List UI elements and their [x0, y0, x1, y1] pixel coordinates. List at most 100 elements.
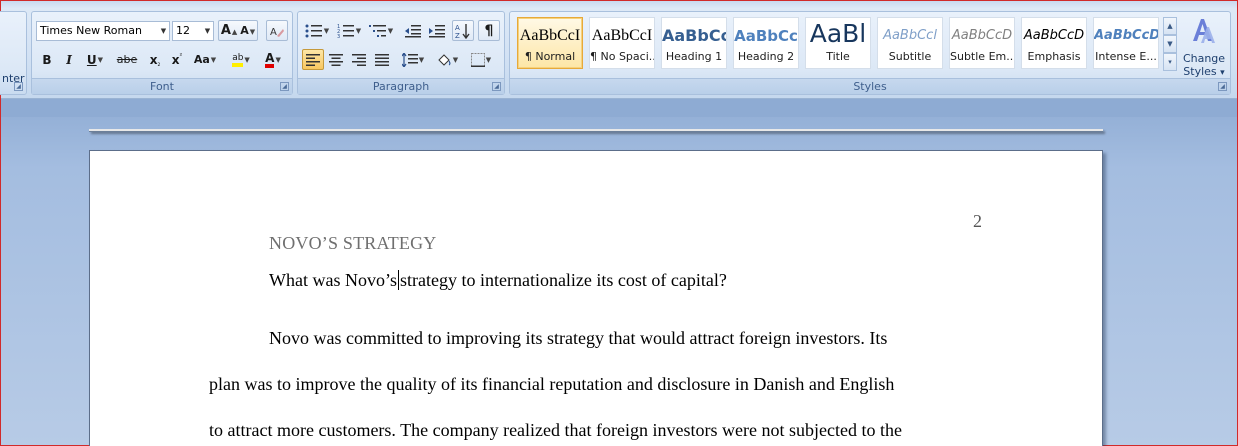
increase-indent-icon [429, 24, 445, 37]
font-size-dropdown[interactable]: 12 ▼ [172, 21, 214, 41]
superscript-label: x [171, 52, 180, 67]
style-name: Heading 2 [737, 50, 795, 63]
text-caret [397, 270, 399, 290]
ruler-strip [1, 99, 1237, 117]
style-title[interactable]: AaBl Title [805, 17, 871, 69]
justify-button[interactable] [371, 49, 393, 70]
chevron-down-icon: ▼ [275, 55, 281, 64]
document-workspace[interactable]: 2 NOVO’S STRATEGY What was Novo’s strateg… [1, 99, 1237, 446]
style-heading-1[interactable]: AaBbCc Heading 1 [661, 17, 727, 69]
page-number: 2 [973, 211, 982, 231]
gallery-scroll-up-icon[interactable]: ▲ [1163, 17, 1177, 35]
show-hide-marks-button[interactable]: ¶ [478, 20, 500, 41]
align-left-button[interactable] [302, 49, 324, 70]
style-emphasis[interactable]: AaBbCcD Emphasis [1021, 17, 1087, 69]
style-sample: AaBbCcD [951, 28, 1013, 43]
subscript-marker-icon: ₂ [157, 59, 161, 68]
style-sample: AaBbCc [734, 27, 798, 45]
style-normal[interactable]: AaBbCcI ¶ Normal [517, 17, 583, 69]
arrow-down-icon: ▼ [249, 28, 256, 36]
gallery-more-icon[interactable]: ▾ [1163, 53, 1177, 71]
clipboard-group: nter ◢ [0, 11, 27, 95]
underline-button[interactable]: U ▼ [80, 49, 110, 70]
change-case-label: Aa [193, 53, 210, 66]
styles-gallery: AaBbCcI ¶ Normal AaBbCcI ¶ No Spaci... A… [513, 17, 1161, 69]
shrink-font-button[interactable]: A▼ [240, 24, 255, 37]
gallery-scroll-down-icon[interactable]: ▼ [1163, 35, 1177, 53]
paragraph-dialog-launcher-icon[interactable]: ◢ [492, 82, 501, 91]
svg-text:A: A [270, 27, 277, 38]
line-spacing-button[interactable]: ▼ [398, 49, 428, 70]
style-name: Intense E... [1095, 50, 1157, 63]
bold-button[interactable]: B [36, 49, 58, 70]
font-group-label: Font [32, 78, 292, 94]
grow-font-label: A [220, 23, 231, 38]
change-styles-button[interactable]: Change Styles ▾ [1179, 15, 1229, 78]
strikethrough-label: abe [116, 53, 138, 66]
borders-button[interactable]: ▼ [466, 49, 496, 70]
shading-button[interactable]: ▼ [432, 49, 462, 70]
style-sample: AaBbCc [662, 26, 726, 45]
ribbon: nter ◢ Times New Roman ▼ 12 ▼ A▲ A▼ A B … [0, 1, 1237, 99]
change-styles-letters-icon [1193, 19, 1215, 43]
numbering-button[interactable]: 123 ▼ [334, 20, 364, 41]
font-color-label: A [265, 52, 275, 68]
shading-bucket-icon [438, 53, 451, 66]
body-line[interactable]: to attract more customers. The company r… [209, 420, 902, 441]
align-right-button[interactable] [348, 49, 370, 70]
chevron-down-icon: ▼ [485, 55, 492, 64]
document-question[interactable]: What was Novo’s strategy to international… [269, 270, 727, 291]
body-line[interactable]: plan was to improve the quality of its f… [209, 374, 894, 395]
question-text-after-caret: strategy to internationalize its cost of… [399, 270, 727, 290]
style-no-spacing[interactable]: AaBbCcI ¶ No Spaci... [589, 17, 655, 69]
paragraph-group: ▼ 123 ▼ ▼ AZ ¶ ▼ ▼ ▼ Paragraph ◢ [297, 11, 505, 95]
justify-icon [375, 53, 389, 66]
increase-indent-button[interactable] [426, 20, 448, 41]
style-name: ¶ No Spaci... [590, 50, 654, 63]
sort-button[interactable]: AZ [452, 20, 474, 41]
subscript-button[interactable]: x₂ [144, 49, 166, 70]
svg-text:Z: Z [455, 32, 460, 39]
document-heading[interactable]: NOVO’S STRATEGY [269, 233, 437, 254]
line-spacing-icon [401, 52, 418, 67]
highlight-label: ab [232, 53, 244, 67]
font-name-value: Times New Roman [40, 24, 142, 37]
align-left-icon [306, 53, 320, 66]
borders-icon [470, 52, 485, 67]
chevron-down-icon: ▾ [1220, 68, 1225, 78]
bold-label: B [42, 52, 52, 67]
change-styles-label-2: Styles ▾ [1179, 65, 1229, 80]
styles-group-label: Styles [510, 78, 1230, 94]
italic-label: I [66, 52, 72, 67]
decrease-indent-button[interactable] [402, 20, 424, 41]
shrink-font-label: A [240, 24, 249, 37]
strikethrough-button[interactable]: abe [112, 49, 142, 70]
clear-formatting-button[interactable]: A [266, 20, 288, 41]
font-color-button[interactable]: A ▼ [258, 49, 288, 70]
font-dialog-launcher-icon[interactable]: ◢ [280, 82, 289, 91]
chevron-down-icon: ▼ [418, 55, 425, 64]
styles-dialog-launcher-icon[interactable]: ◢ [1218, 82, 1227, 91]
multilevel-list-button[interactable]: ▼ [366, 20, 396, 41]
chevron-down-icon: ▼ [210, 55, 217, 64]
body-line[interactable]: Novo was committed to improving its stra… [269, 328, 887, 349]
style-subtitle[interactable]: AaBbCcl Subtitle [877, 17, 943, 69]
align-center-button[interactable] [325, 49, 347, 70]
clipboard-dialog-launcher-icon[interactable]: ◢ [14, 82, 23, 91]
grow-font-button[interactable]: A▲ [221, 23, 237, 38]
bullets-button[interactable]: ▼ [302, 20, 332, 41]
superscript-button[interactable]: x² [166, 49, 188, 70]
style-intense-emphasis[interactable]: AaBbCcD Intense E... [1093, 17, 1159, 69]
highlight-button[interactable]: ab ▼ [226, 49, 256, 70]
superscript-marker-icon: ² [179, 51, 183, 60]
clear-formatting-icon: A [270, 27, 284, 38]
style-subtle-emphasis[interactable]: AaBbCcD Subtle Em... [949, 17, 1015, 69]
style-name: ¶ Normal [524, 50, 576, 63]
style-heading-2[interactable]: AaBbCc Heading 2 [733, 17, 799, 69]
font-name-dropdown[interactable]: Times New Roman ▼ [36, 21, 170, 41]
bullets-icon [305, 24, 322, 37]
document-page[interactable]: 2 NOVO’S STRATEGY What was Novo’s strateg… [89, 150, 1103, 446]
change-case-button[interactable]: Aa ▼ [190, 49, 220, 70]
change-styles-label-1: Change [1182, 52, 1226, 65]
italic-button[interactable]: I [58, 49, 80, 70]
